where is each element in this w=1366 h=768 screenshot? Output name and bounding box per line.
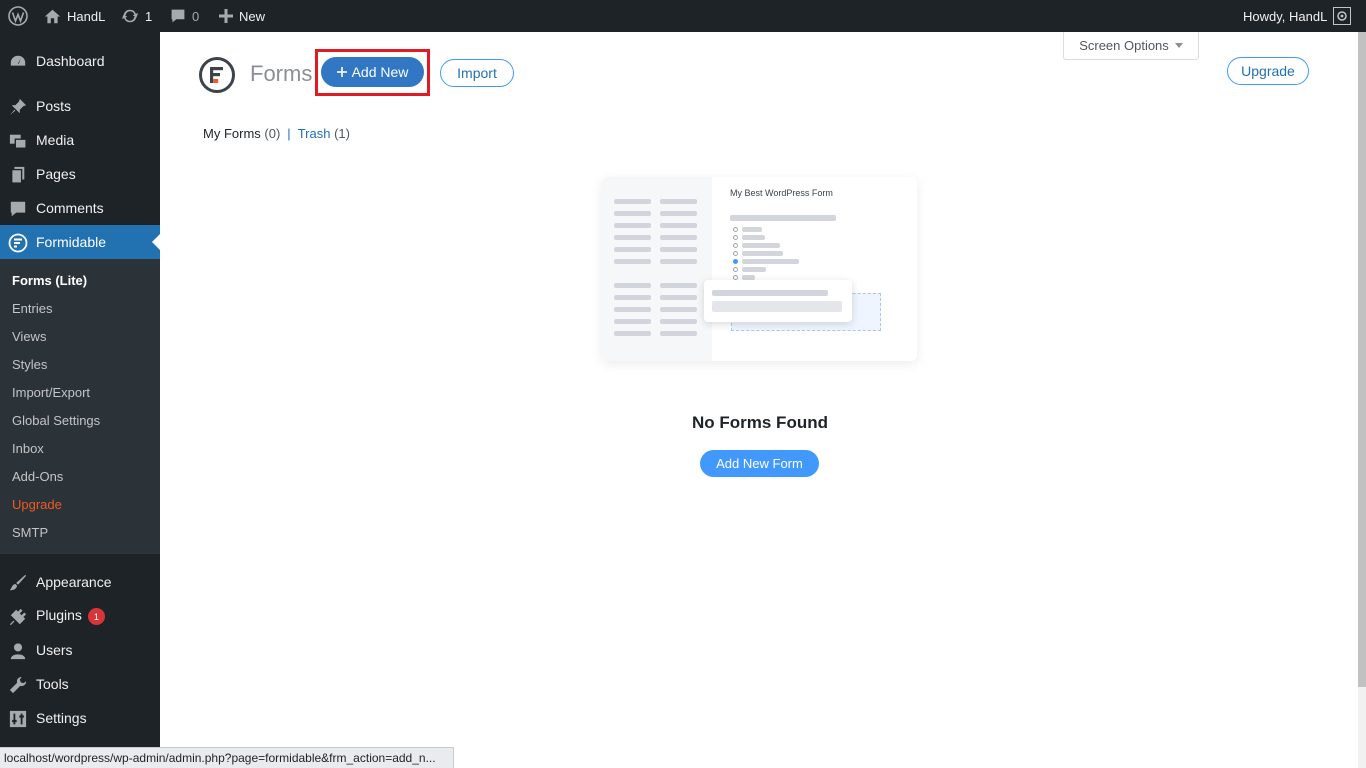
formidable-submenu: Forms (Lite) Entries Views Styles Import… — [0, 259, 160, 554]
home-icon — [44, 9, 61, 23]
comment-bubble-icon — [171, 9, 185, 23]
pages-icon — [8, 165, 28, 185]
trash-count: (1) — [334, 126, 350, 141]
my-forms-view-link[interactable]: My Forms (0) — [203, 126, 280, 141]
site-name-link[interactable]: HandL — [44, 0, 105, 32]
wordpress-icon — [8, 6, 28, 26]
pin-icon — [8, 97, 28, 117]
screen-options-label: Screen Options — [1079, 38, 1169, 53]
site-name: HandL — [67, 8, 106, 24]
illustration-form-title: My Best WordPress Form — [730, 188, 833, 198]
menu-plugins[interactable]: Plugins 1 — [0, 599, 160, 633]
upgrade-label: Upgrade — [1241, 63, 1295, 79]
plus-icon — [336, 67, 347, 77]
no-forms-message: No Forms Found — [692, 413, 828, 432]
menu-users[interactable]: Users — [0, 633, 160, 667]
my-account-link[interactable]: Howdy, HandL — [1243, 0, 1352, 32]
main-content — [160, 32, 1358, 768]
add-new-label: Add New — [351, 64, 409, 80]
media-icon — [8, 131, 28, 151]
new-label: New — [239, 8, 266, 24]
submenu-views[interactable]: Views — [12, 329, 46, 344]
menu-comments[interactable]: Comments — [0, 191, 160, 225]
import-label: Import — [457, 65, 497, 81]
active-menu-arrow — [152, 234, 160, 250]
menu-appearance[interactable]: Appearance — [0, 565, 160, 599]
add-new-button[interactable]: Add New — [321, 57, 424, 87]
illustration-field-card — [704, 280, 852, 322]
menu-dashboard[interactable]: Dashboard — [0, 44, 160, 78]
menu-formidable[interactable]: Formidable — [0, 225, 160, 259]
settings-icon — [8, 709, 28, 729]
caret-down-icon — [1174, 43, 1183, 48]
submenu-inbox[interactable]: Inbox — [12, 441, 44, 456]
submenu-forms-lite[interactable]: Forms (Lite) — [12, 273, 87, 288]
submenu-smtp[interactable]: SMTP — [12, 525, 48, 540]
form-status-views: My Forms (0) | Trash (1) — [203, 126, 350, 141]
formidable-logo-icon — [199, 57, 235, 93]
avatar — [1333, 7, 1352, 25]
empty-state-illustration: My Best WordPress Form — [602, 177, 917, 361]
comments-link[interactable]: 0 — [170, 0, 199, 32]
admin-sidebar: Dashboard Posts Media Pages Comments For… — [0, 32, 160, 768]
updates-count: 1 — [145, 8, 153, 24]
menu-media[interactable]: Media — [0, 123, 160, 157]
scrollbar-thumb[interactable] — [1358, 32, 1366, 687]
dashboard-icon — [8, 52, 28, 72]
comment-icon — [8, 199, 28, 219]
plus-icon — [219, 9, 233, 23]
updates-icon — [121, 9, 139, 23]
avatar-icon — [1337, 11, 1348, 21]
trash-view-link[interactable]: Trash (1) — [298, 126, 350, 141]
admin-bar: HandL 1 0 New Howdy, HandL — [0, 0, 1366, 32]
screen-options-button[interactable]: Screen Options — [1063, 32, 1199, 60]
wordpress-logo-button[interactable] — [8, 0, 28, 32]
updates-link[interactable]: 1 — [121, 0, 152, 32]
wrench-icon — [8, 675, 28, 695]
brush-icon — [8, 573, 28, 593]
illustration-form-list — [602, 177, 712, 361]
import-button[interactable]: Import — [440, 59, 514, 87]
menu-posts[interactable]: Posts — [0, 89, 160, 123]
howdy-text: Howdy, HandL — [1243, 8, 1328, 24]
browser-status-url: localhost/wordpress/wp-admin/admin.php?p… — [0, 747, 454, 768]
submenu-global-settings[interactable]: Global Settings — [12, 413, 100, 428]
user-icon — [8, 641, 28, 661]
views-separator: | — [287, 126, 291, 141]
scrollbar-track[interactable] — [1358, 687, 1366, 768]
submenu-upgrade[interactable]: Upgrade — [12, 497, 62, 512]
submenu-styles[interactable]: Styles — [12, 357, 47, 372]
add-new-form-button[interactable]: Add New Form — [700, 450, 819, 477]
submenu-entries[interactable]: Entries — [12, 301, 52, 316]
new-content-link[interactable]: New — [219, 0, 265, 32]
plugin-icon — [8, 607, 28, 627]
menu-tools[interactable]: Tools — [0, 667, 160, 701]
menu-pages[interactable]: Pages — [0, 157, 160, 191]
submenu-add-ons[interactable]: Add-Ons — [12, 469, 63, 484]
comments-count: 0 — [192, 8, 200, 24]
page-title: Forms — [250, 61, 313, 86]
menu-settings[interactable]: Settings — [0, 701, 160, 735]
my-forms-count: (0) — [264, 126, 281, 141]
upgrade-button[interactable]: Upgrade — [1227, 57, 1309, 85]
plugins-update-badge: 1 — [87, 608, 105, 626]
submenu-import-export[interactable]: Import/Export — [12, 385, 90, 400]
formidable-icon — [8, 233, 28, 253]
